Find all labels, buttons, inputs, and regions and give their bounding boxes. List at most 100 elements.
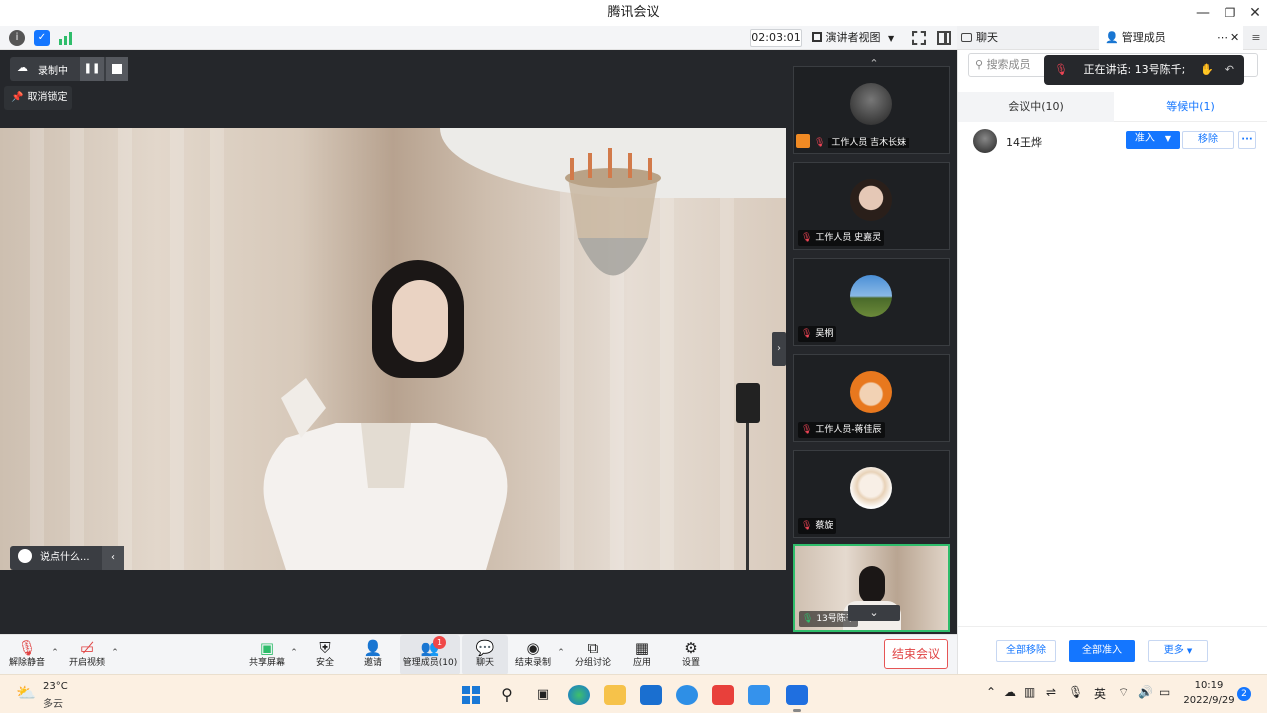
- signal-icon[interactable]: [58, 31, 74, 45]
- emoji-icon[interactable]: [18, 549, 32, 563]
- gear-icon: ⚙: [684, 639, 698, 657]
- tencent-meeting-icon[interactable]: [786, 685, 808, 705]
- security-button[interactable]: ⛨ 安全: [298, 635, 352, 675]
- breakout-button[interactable]: ⧉ 分组讨论: [566, 635, 620, 675]
- shield-icon[interactable]: ✓: [34, 30, 50, 46]
- avatar: [850, 371, 892, 413]
- apps-button[interactable]: ▦ 应用: [615, 635, 669, 675]
- sidebar-toggle-icon[interactable]: [937, 31, 951, 45]
- avatar: [973, 129, 997, 153]
- reply-icon[interactable]: ↶: [1225, 55, 1234, 85]
- recording-options-caret[interactable]: ⌃: [556, 647, 566, 659]
- invite-button[interactable]: 👤 邀请: [346, 635, 400, 675]
- weather-icon[interactable]: ⛅: [16, 683, 40, 703]
- battery-icon[interactable]: ▭: [1159, 685, 1170, 699]
- chandelier-image: [565, 148, 661, 276]
- members-badge: 1: [433, 636, 446, 649]
- ime-indicator[interactable]: 英: [1094, 685, 1106, 702]
- more-icon[interactable]: ⋯: [1217, 26, 1228, 50]
- remove-button[interactable]: 移除: [1182, 131, 1234, 149]
- phone-stand-image: [736, 383, 760, 423]
- participant-thumbnail[interactable]: 🎙 蔡旋: [793, 450, 950, 538]
- edge-icon[interactable]: [568, 685, 590, 705]
- fullscreen-icon[interactable]: [912, 31, 926, 45]
- tab-members[interactable]: 👤 管理成员 ⋯ ✕: [1099, 26, 1243, 50]
- volume-icon[interactable]: 🔊: [1138, 685, 1153, 699]
- clock-time[interactable]: 10:19: [1186, 680, 1232, 691]
- end-meeting-button[interactable]: 结束会议: [884, 639, 948, 669]
- onedrive-icon[interactable]: ☁: [1004, 685, 1016, 699]
- start-icon[interactable]: [460, 685, 482, 705]
- admit-all-button[interactable]: 全部准入: [1069, 640, 1135, 662]
- manage-members-button[interactable]: 👥 管理成员(10) 1: [400, 635, 460, 675]
- weather-temp[interactable]: 23°C: [43, 681, 68, 692]
- end-recording-button[interactable]: ◉ 结束录制: [506, 635, 560, 675]
- tab-chat[interactable]: 聊天: [961, 26, 1101, 50]
- mic-muted-icon: 🎙: [17, 639, 37, 657]
- audio-options-caret[interactable]: ⌃: [50, 647, 60, 659]
- tab-in-meeting[interactable]: 会议中(10): [958, 92, 1114, 122]
- speaker-thumb-image: [859, 566, 885, 604]
- avatar: [850, 83, 892, 125]
- more-options-button[interactable]: ···: [1238, 131, 1256, 149]
- unmute-button[interactable]: 🎙 解除静音: [0, 635, 54, 675]
- avatar: [850, 179, 892, 221]
- browser-icon[interactable]: [676, 685, 698, 705]
- start-video-button[interactable]: ▭̸ 开启视频: [60, 635, 114, 675]
- share-screen-button[interactable]: ▣ 共享屏幕: [240, 635, 294, 675]
- main-video[interactable]: [0, 128, 786, 570]
- unlock-button[interactable]: 📌 取消锁定: [4, 86, 72, 110]
- participant-thumbnail[interactable]: 🎙 工作人员 吉木长妹: [793, 66, 950, 154]
- microphone-icon[interactable]: 🎙: [1068, 685, 1083, 699]
- restore-icon[interactable]: ❐: [1217, 0, 1243, 26]
- file-explorer-icon[interactable]: [604, 685, 626, 705]
- participant-thumbnail[interactable]: 🎙 吴桐: [793, 258, 950, 346]
- thumbnail-label-row: 🎙 工作人员 吉木长妹: [796, 134, 910, 150]
- quick-chat-input[interactable]: 说点什么... ‹: [10, 546, 124, 570]
- active-app-indicator: [793, 709, 801, 712]
- taskbar: ⛅ 23°C 多云 ⚲ ▣ ⌃ ☁ ▥ ⇌ 🎙 英 ⌔ 🔊 ▭ 10:19 20…: [0, 674, 1267, 713]
- close-window-icon[interactable]: ✕: [1242, 0, 1267, 26]
- tab-chat-label: 聊天: [976, 31, 998, 44]
- admit-button[interactable]: 准入 ▼: [1126, 131, 1180, 149]
- app-store-icon[interactable]: [712, 685, 734, 705]
- chevron-left-icon[interactable]: ‹: [102, 546, 124, 570]
- notification-badge[interactable]: 2: [1237, 687, 1251, 701]
- wifi-icon[interactable]: ⌔: [1118, 685, 1129, 700]
- participant-thumbnail[interactable]: 🎙 工作人员 史嘉灵: [793, 162, 950, 250]
- task-view-icon[interactable]: ▣: [532, 685, 554, 705]
- share-screen-label: 共享屏幕: [248, 658, 285, 668]
- pause-recording-button[interactable]: ❚❚: [80, 57, 104, 81]
- more-button[interactable]: 更多 ▼: [1148, 640, 1208, 662]
- unlock-label: 取消锁定: [27, 92, 68, 103]
- clock-date[interactable]: 2022/9/29: [1180, 695, 1238, 706]
- settings-button[interactable]: ⚙ 设置: [664, 635, 718, 675]
- tray-app-icon[interactable]: ▥: [1024, 685, 1035, 699]
- scroll-down-icon[interactable]: ⌄: [848, 605, 900, 621]
- tab-waiting[interactable]: 等候中(1): [1114, 92, 1267, 122]
- search-placeholder: 搜索成员: [986, 58, 1031, 71]
- menu-icon[interactable]: ≡: [1247, 26, 1265, 50]
- cloud-app-icon[interactable]: [748, 685, 770, 705]
- stand-pole: [746, 423, 749, 570]
- chat-button[interactable]: 💬 聊天: [462, 635, 508, 675]
- remove-all-button[interactable]: 全部移除: [996, 640, 1056, 662]
- close-tab-icon[interactable]: ✕: [1230, 26, 1239, 50]
- search-icon[interactable]: ⚲: [496, 685, 518, 705]
- tray-settings-icon[interactable]: ⇌: [1046, 685, 1056, 699]
- view-mode-dropdown[interactable]: 演讲者视图 ▼: [812, 29, 902, 47]
- minimize-icon[interactable]: —: [1190, 0, 1216, 26]
- view-mode-label: 演讲者视图: [825, 31, 881, 44]
- mail-icon[interactable]: [640, 685, 662, 705]
- tray-chevron-icon[interactable]: ⌃: [986, 685, 996, 699]
- chevron-down-icon[interactable]: ▼: [1165, 134, 1171, 143]
- settings-label: 设置: [681, 658, 700, 668]
- participant-thumbnail[interactable]: 🎙 工作人员-蒋佳辰: [793, 354, 950, 442]
- breakout-icon: ⧉: [587, 639, 599, 657]
- chat-icon: 💬: [475, 639, 495, 657]
- video-options-caret[interactable]: ⌃: [110, 647, 120, 659]
- invite-label: 邀请: [363, 658, 382, 668]
- info-icon[interactable]: i: [9, 30, 25, 46]
- collapse-thumbnails-button[interactable]: ›: [772, 332, 786, 366]
- stop-recording-button[interactable]: [106, 57, 128, 81]
